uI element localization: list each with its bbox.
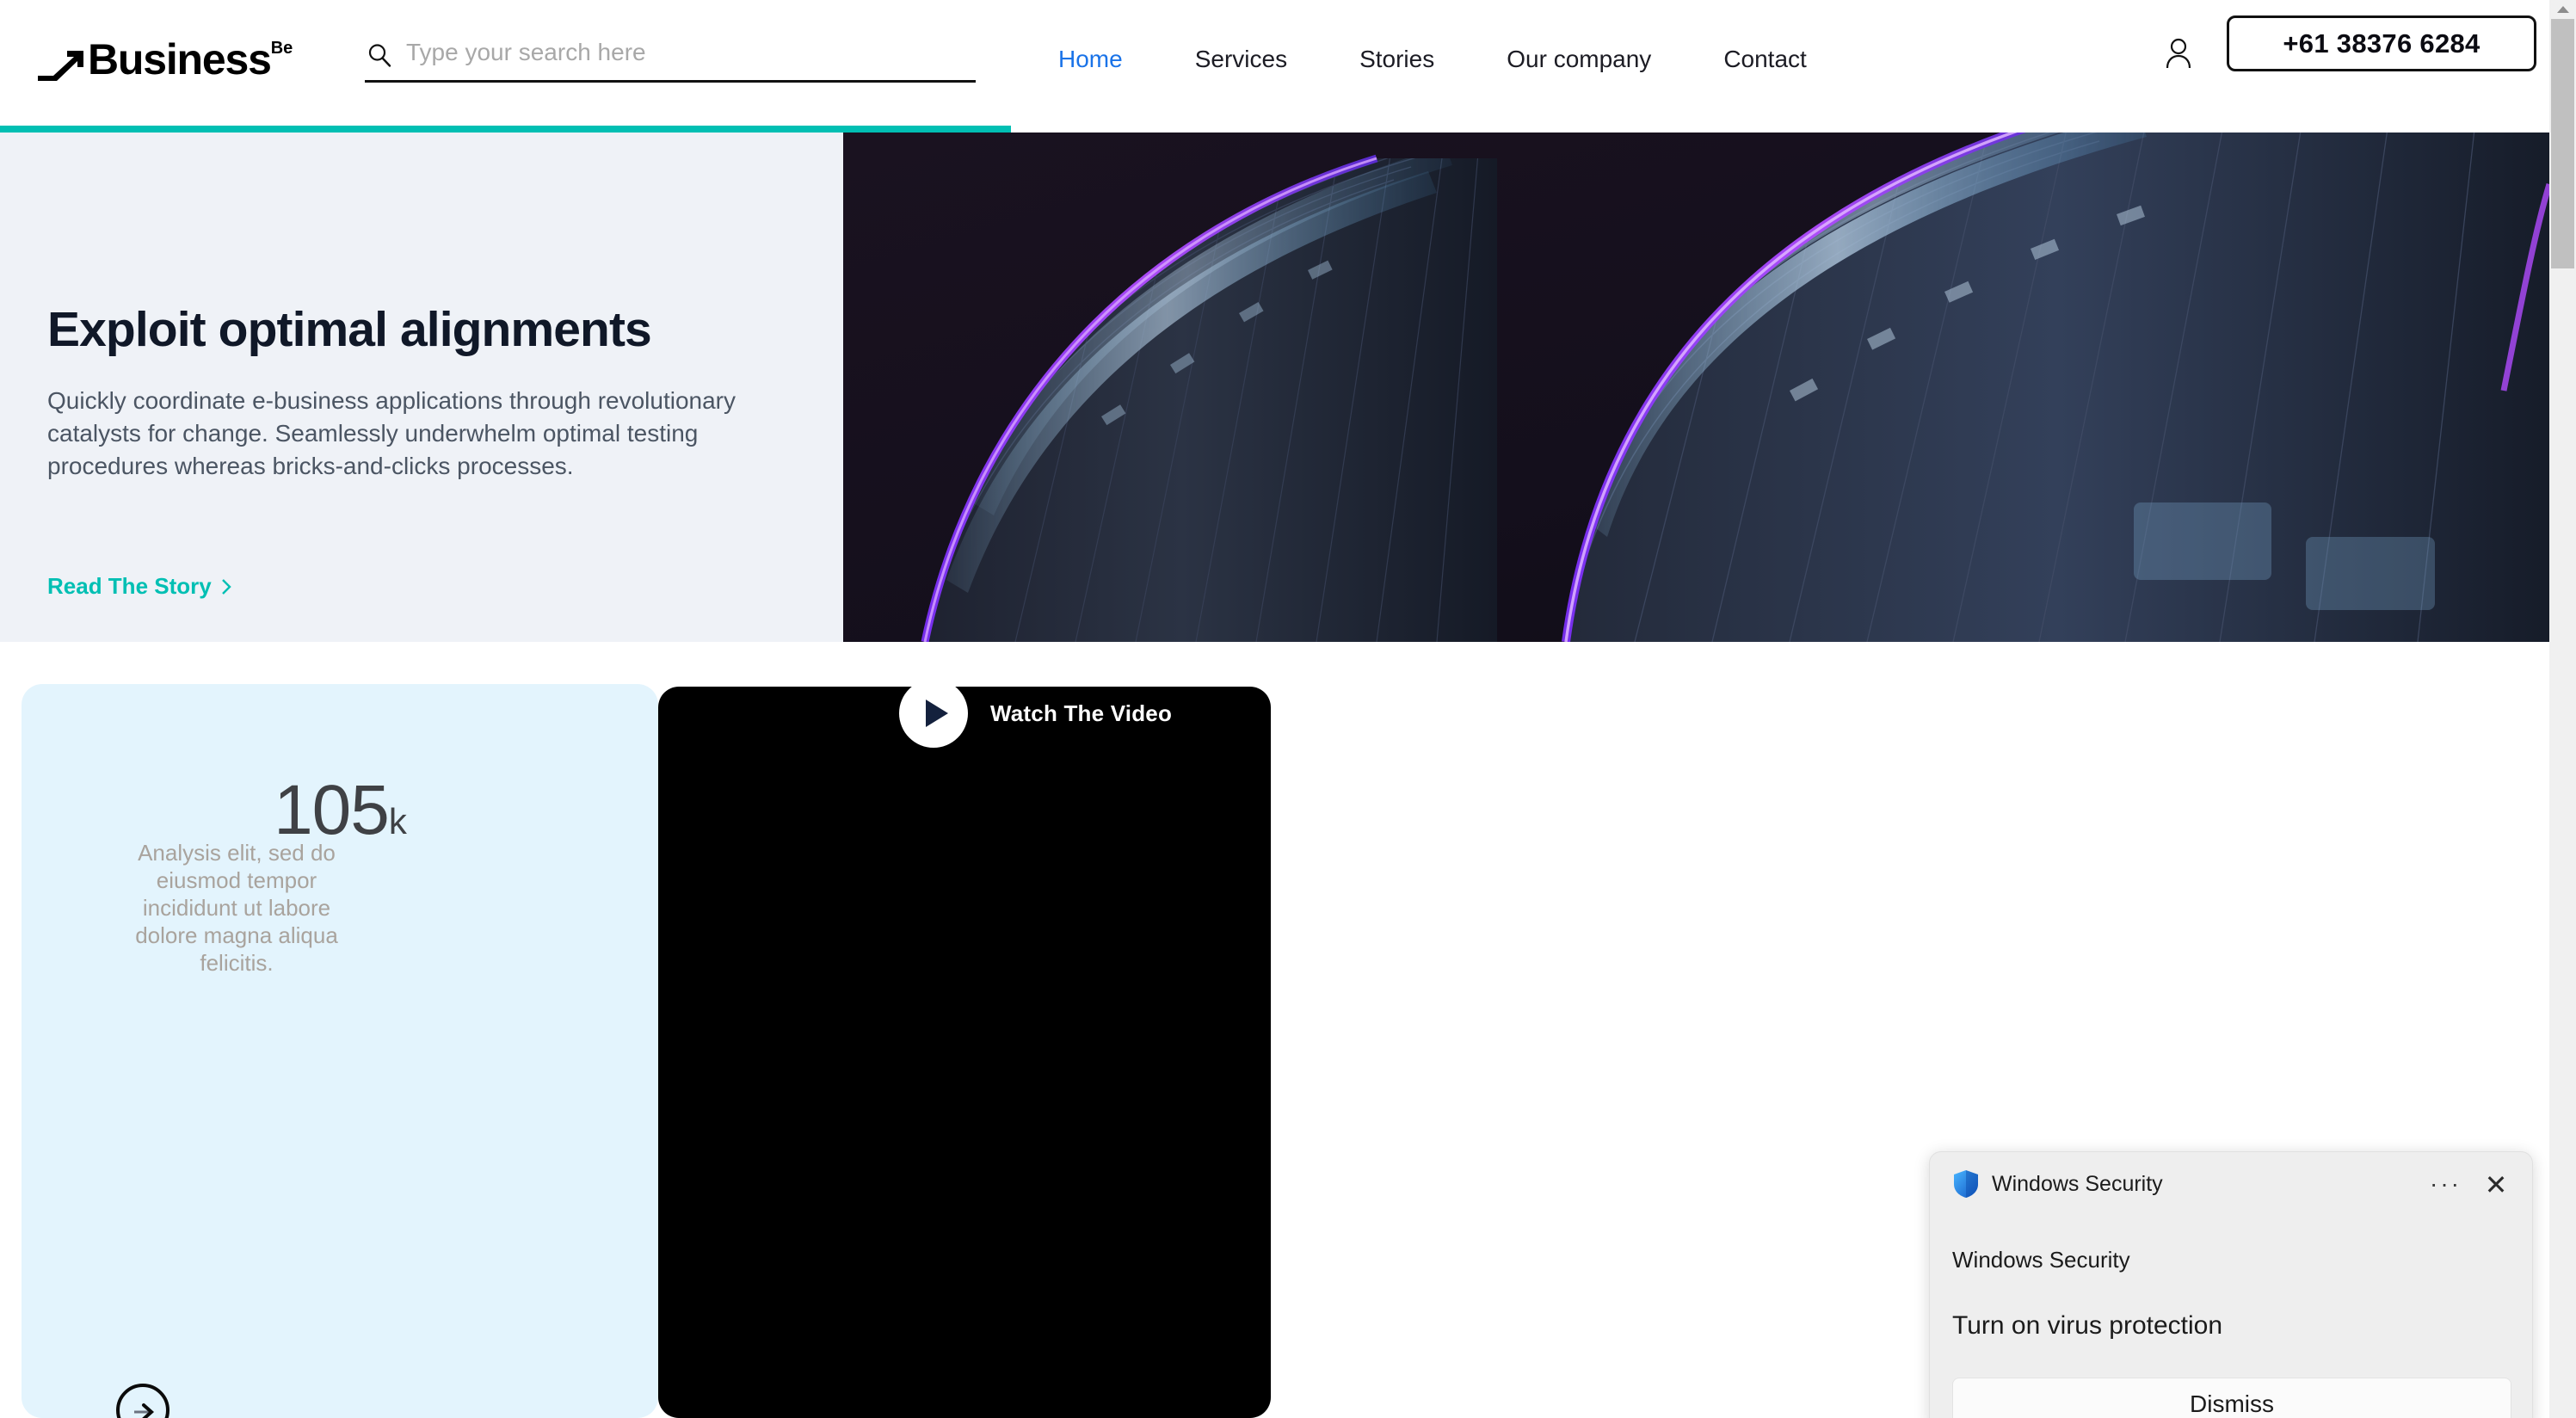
hero-description: Quickly coordinate e-business applicatio… xyxy=(47,387,736,479)
media-card xyxy=(658,687,1271,1418)
phone-button[interactable]: +61 38376 6284 xyxy=(2227,15,2536,71)
browser-page: Business Be Home Services Stories Our co… xyxy=(0,0,2576,1418)
search-icon xyxy=(368,43,391,67)
hero-section: Exploit optimal alignments Quickly coord… xyxy=(0,133,2549,748)
shield-icon xyxy=(1954,1170,1978,1198)
stat-number-value: 105 xyxy=(274,771,390,849)
watch-the-video-button[interactable]: Watch The Video xyxy=(899,679,1172,748)
watch-the-video-label: Watch The Video xyxy=(990,700,1173,726)
stat-number-unit: k xyxy=(388,801,407,842)
nav-item-our-company[interactable]: Our company xyxy=(1507,46,1651,73)
nav-item-services[interactable]: Services xyxy=(1195,46,1287,73)
hero-title: Exploit optimal alignments xyxy=(47,302,652,357)
nav-item-contact[interactable]: Contact xyxy=(1723,46,1807,73)
scrollbar-thumb[interactable] xyxy=(2551,19,2574,268)
hero-text-panel: Exploit optimal alignments Quickly coord… xyxy=(0,133,843,737)
search-input[interactable] xyxy=(406,38,976,71)
toast-message: Turn on virus protection xyxy=(1952,1311,2223,1340)
stat-card: 105k Analysis elit, sed do eiusmod tempo… xyxy=(22,684,658,1418)
ellipsis-icon[interactable]: ··· xyxy=(2430,1172,2462,1196)
arrow-up-right-icon xyxy=(38,50,83,81)
logo-superscript: Be xyxy=(270,38,293,58)
toast-title: Windows Security xyxy=(1952,1247,2130,1273)
search-box[interactable] xyxy=(365,29,976,83)
toast-app-name: Windows Security xyxy=(1992,1171,2163,1196)
arrow-right-circle-icon[interactable] xyxy=(116,1384,169,1418)
read-the-story-label: Read The Story xyxy=(47,573,212,599)
close-icon[interactable]: ✕ xyxy=(2479,1168,2513,1202)
play-icon xyxy=(899,679,968,748)
hero-image-building-at-night xyxy=(843,133,2549,642)
site-logo[interactable]: Business Be xyxy=(36,34,293,84)
nav-item-stories[interactable]: Stories xyxy=(1359,46,1434,73)
slide-progress-bar xyxy=(0,126,1011,133)
logo-text: Business xyxy=(88,34,272,83)
nav-item-home[interactable]: Home xyxy=(1058,46,1123,73)
dismiss-button[interactable]: Dismiss xyxy=(1952,1378,2511,1418)
caret-up-icon[interactable] xyxy=(2549,0,2576,19)
read-the-story-link[interactable]: Read The Story xyxy=(47,573,232,600)
chevron-right-icon xyxy=(221,578,231,595)
vertical-scrollbar[interactable] xyxy=(2549,0,2576,1418)
windows-security-toast: Windows Security ··· ✕ Windows Security … xyxy=(1929,1151,2533,1418)
user-icon[interactable] xyxy=(2164,37,2193,70)
stat-description: Analysis elit, sed do eiusmod tempor inc… xyxy=(135,840,338,976)
main-nav: Home Services Stories Our company Contac… xyxy=(1058,0,1879,118)
site-header: Business Be Home Services Stories Our co… xyxy=(0,0,2549,118)
